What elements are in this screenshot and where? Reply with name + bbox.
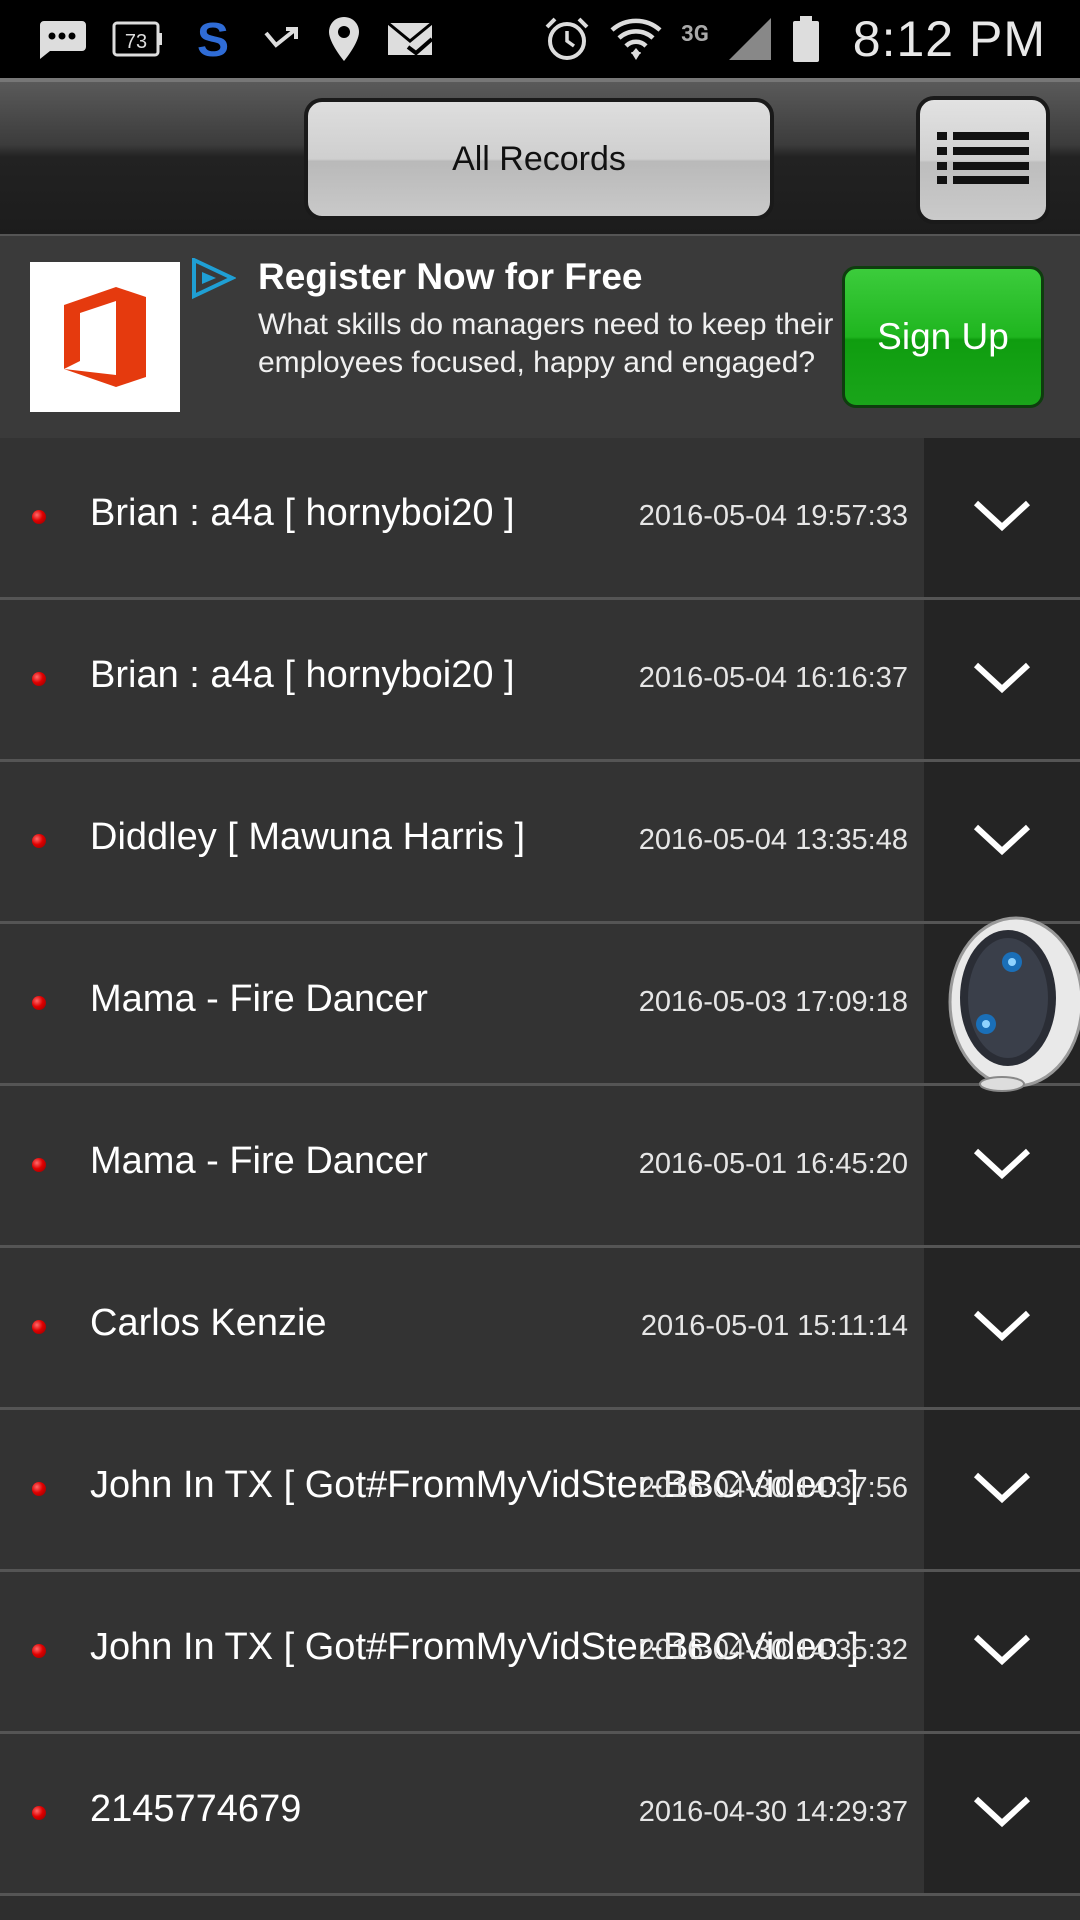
alarm-icon	[543, 15, 591, 63]
ad-title: Register Now for Free	[258, 256, 643, 297]
list-menu-icon	[937, 130, 1029, 190]
status-dot-icon	[32, 1806, 46, 1820]
list-item[interactable]: 2145774679 2016-04-30 14:29:37	[0, 1734, 1080, 1896]
app-header: All Records	[0, 78, 1080, 238]
chevron-down-icon	[972, 1147, 1032, 1185]
status-dot-icon	[32, 1482, 46, 1496]
record-name: Mama - Fire Dancer	[90, 978, 428, 1020]
record-name: Brian : a4a [ hornyboi20 ]	[90, 654, 515, 696]
menu-button[interactable]	[916, 96, 1050, 224]
chevron-down-icon	[972, 1795, 1032, 1833]
battery-icon	[791, 14, 821, 64]
chevron-down-icon	[972, 1309, 1032, 1347]
list-item[interactable]: John In TX [ Got#FromMyVidSter-BBCVideo …	[0, 1572, 1080, 1734]
ad-banner[interactable]: Register Now for Free What skills do man…	[0, 234, 1080, 441]
list-item[interactable]: Brian : a4a [ hornyboi20 ] 2016-05-04 19…	[0, 438, 1080, 600]
office-logo-icon	[30, 262, 180, 412]
record-name: 2145774679	[90, 1788, 302, 1830]
skype-icon: S	[188, 14, 238, 64]
clock: 8:12 PM	[852, 11, 1046, 67]
record-name: Carlos Kenzie	[90, 1302, 327, 1344]
record-date: 2016-05-01 15:11:14	[640, 1310, 908, 1342]
status-dot-icon	[32, 1644, 46, 1658]
expand-button[interactable]	[924, 600, 1080, 759]
record-date: 2016-05-04 19:57:33	[638, 500, 908, 532]
record-name: Brian : a4a [ hornyboi20 ]	[90, 492, 515, 534]
record-name: Diddley [ Mawuna Harris ]	[90, 816, 526, 858]
status-dot-icon	[32, 510, 46, 524]
missed-call-icon	[262, 19, 302, 59]
expand-button[interactable]	[924, 762, 1080, 921]
chevron-down-icon	[972, 1471, 1032, 1509]
svg-text:73: 73	[125, 31, 147, 53]
record-date: 2016-04-30 14:29:37	[638, 1796, 908, 1828]
record-date: 2016-05-04 13:35:48	[638, 824, 908, 856]
chevron-down-icon	[972, 499, 1032, 537]
list-item[interactable]: Diddley [ Mawuna Harris ] 2016-05-04 13:…	[0, 762, 1080, 924]
message-icon	[36, 19, 88, 59]
status-dot-icon	[32, 834, 46, 848]
ad-body: What skills do managers need to keep the…	[258, 308, 834, 379]
battery-badge-icon: 73	[112, 19, 164, 59]
record-date: 2016-05-01 16:45:20	[638, 1148, 908, 1180]
network-type-label: 3G	[681, 22, 709, 47]
record-date: 2016-05-04 16:16:37	[638, 662, 908, 694]
record-date: 2016-04-30 14:35:32	[638, 1634, 908, 1666]
record-date: 2016-04-30 14:37:56	[638, 1472, 908, 1504]
list-item[interactable]: Brian : a4a [ hornyboi20 ] 2016-05-04 16…	[0, 600, 1080, 762]
status-dot-icon	[32, 1320, 46, 1334]
status-dot-icon	[32, 996, 46, 1010]
floating-robot-icon[interactable]	[938, 914, 1080, 1092]
mail-icon	[386, 19, 436, 59]
location-icon	[326, 15, 362, 63]
chevron-down-icon	[972, 661, 1032, 699]
all-records-button[interactable]: All Records	[304, 98, 774, 220]
expand-button[interactable]	[924, 1410, 1080, 1569]
chevron-down-icon	[972, 823, 1032, 861]
svg-text:S: S	[197, 14, 229, 64]
status-dot-icon	[32, 672, 46, 686]
status-bar: 73 S 3G 8:12 PM	[0, 0, 1080, 78]
list-item[interactable]: Mama - Fire Dancer 2016-05-03 17:09:18	[0, 924, 1080, 1086]
wifi-icon	[609, 14, 663, 64]
record-date: 2016-05-03 17:09:18	[638, 986, 908, 1018]
status-dot-icon	[32, 1158, 46, 1172]
chevron-down-icon	[972, 1633, 1032, 1671]
list-item[interactable]: John In TX [ Got#FromMyVidSter-BBCVideo …	[0, 1410, 1080, 1572]
signal-icon	[727, 16, 773, 62]
adchoices-icon[interactable]	[190, 256, 237, 304]
record-name: Mama - Fire Dancer	[90, 1140, 428, 1182]
expand-button[interactable]	[924, 438, 1080, 597]
expand-button[interactable]	[924, 1572, 1080, 1731]
sign-up-button[interactable]: Sign Up	[842, 266, 1044, 408]
list-item[interactable]: Carlos Kenzie 2016-05-01 15:11:14	[0, 1248, 1080, 1410]
expand-button[interactable]	[924, 1734, 1080, 1893]
expand-button[interactable]	[924, 1086, 1080, 1245]
expand-button[interactable]	[924, 1248, 1080, 1407]
records-list: Brian : a4a [ hornyboi20 ] 2016-05-04 19…	[0, 438, 1080, 1896]
list-item[interactable]: Mama - Fire Dancer 2016-05-01 16:45:20	[0, 1086, 1080, 1248]
